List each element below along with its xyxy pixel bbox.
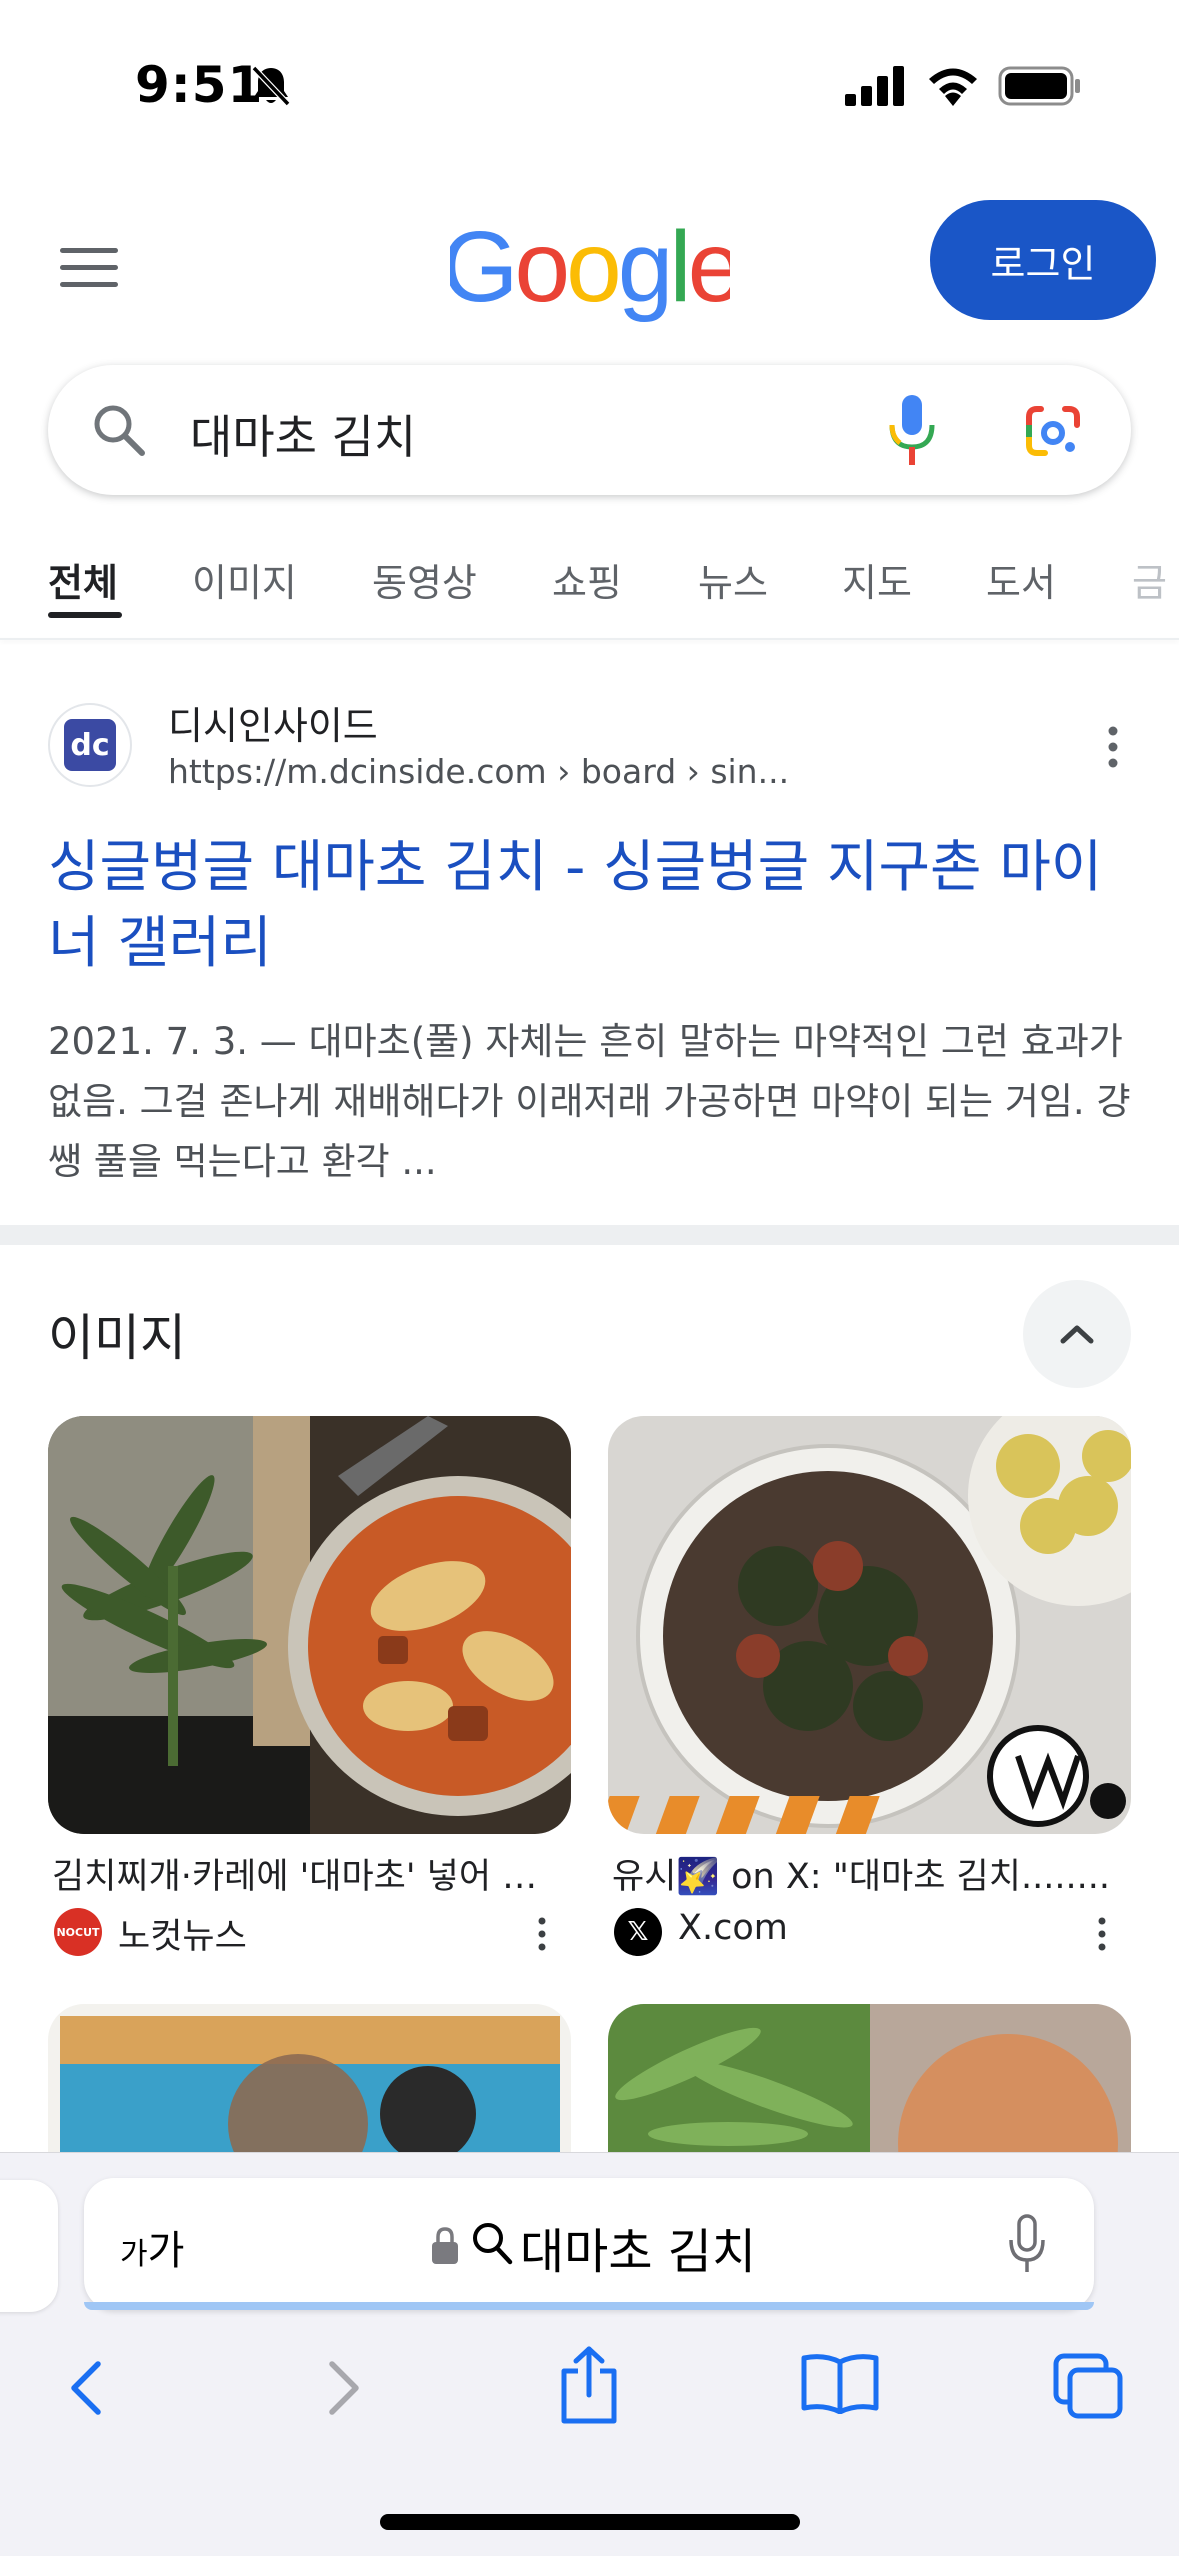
address-bar-text[interactable]: 대마초 김치 [520, 2212, 756, 2282]
tab-maps[interactable]: 지도 [842, 552, 912, 607]
page-load-progress [84, 2302, 1094, 2310]
search-box[interactable]: 대마초 김치 [48, 365, 1131, 495]
cellular-signal-icon [845, 66, 904, 106]
cannabis-kimchi-stew-image [48, 1416, 571, 1834]
forward-icon[interactable] [318, 2358, 368, 2418]
chevron-up-icon [1060, 1325, 1094, 1344]
tab-shopping[interactable]: 쇼핑 [552, 552, 622, 607]
bell-slash-icon [251, 65, 291, 107]
menu-icon[interactable] [60, 248, 118, 288]
status-bar: 9:51 [0, 0, 1179, 150]
image-result-thumbnail[interactable] [608, 1416, 1131, 1834]
tab-all[interactable]: 전체 [48, 552, 118, 607]
wifi-icon [929, 68, 977, 106]
nocut-news-logo-icon: NOCUT [54, 1908, 102, 1956]
tab-videos[interactable]: 동영상 [372, 552, 477, 607]
result-site-name[interactable]: 디시인사이드 [168, 695, 378, 750]
search-icon [473, 2223, 513, 2265]
image-result-thumbnail[interactable] [48, 1416, 571, 1834]
cannabis-leaf-soup-image [608, 2004, 1131, 2164]
more-options-icon[interactable] [1100, 725, 1126, 769]
image-caption[interactable]: 유시🌠 on X: "대마초 김치........ [612, 1848, 1122, 1899]
bookmarks-icon[interactable] [800, 2352, 880, 2414]
logo-letter: g [618, 215, 670, 323]
image-result-thumbnail[interactable] [608, 2004, 1131, 2164]
logo-letter: l [669, 215, 687, 323]
tab-images[interactable]: 이미지 [192, 552, 297, 607]
image-source-name[interactable]: 노컷뉴스 [118, 1908, 247, 1959]
image-source-name[interactable]: X.com [678, 1908, 788, 1948]
images-section-heading: 이미지 [48, 1309, 186, 1367]
result-title-link[interactable]: 싱글벙글 대마초 김치 - 싱글벙글 지구촌 마이너 갤러리 [48, 830, 1138, 982]
google-logo: Google [450, 215, 730, 323]
logo-letter: o [515, 215, 567, 323]
tabs-divider [0, 638, 1179, 640]
lock-icon [432, 2227, 458, 2264]
previous-tab-preview[interactable] [0, 2180, 58, 2312]
logo-letter: o [566, 215, 618, 323]
more-options-icon[interactable] [1092, 1916, 1112, 1952]
home-indicator [380, 2514, 800, 2530]
image-result-thumbnail[interactable] [48, 2004, 571, 2164]
image-caption[interactable]: 김치찌개·카레에 '대마초' 넣어 먹... [52, 1848, 562, 1899]
login-button[interactable]: 로그인 [930, 200, 1156, 320]
voice-search-icon[interactable] [886, 393, 938, 467]
page-settings-button[interactable]: 가가 [120, 2218, 184, 2276]
search-icon [94, 405, 145, 456]
cannabis-leaf-kimchi-plate-image [608, 1416, 1131, 1834]
logo-letter: e [688, 215, 730, 323]
status-time: 9:51 [135, 56, 264, 114]
share-icon[interactable] [556, 2345, 622, 2425]
x-logo-icon: 𝕏 [614, 1908, 662, 1956]
search-input[interactable]: 대마초 김치 [190, 401, 416, 467]
back-icon[interactable] [62, 2358, 112, 2418]
active-tab-indicator [48, 612, 122, 618]
tab-finance[interactable]: 금 [1132, 552, 1167, 607]
tabs-icon[interactable] [1052, 2352, 1124, 2420]
collapse-images-button[interactable] [1023, 1280, 1131, 1388]
section-divider [0, 1225, 1179, 1245]
google-lens-icon[interactable] [1023, 403, 1083, 459]
site-favicon: dc [48, 703, 132, 787]
battery-icon [998, 66, 1080, 106]
svg-text:Google: Google [450, 215, 730, 323]
jar-food-image [48, 2004, 571, 2164]
result-url[interactable]: https://m.dcinside.com › board › sin... [168, 752, 789, 791]
tab-books[interactable]: 도서 [986, 552, 1056, 607]
search-tabs: 전체 이미지 동영상 쇼핑 뉴스 지도 도서 금 [0, 540, 1179, 640]
microphone-icon[interactable] [1008, 2214, 1046, 2274]
dcinside-logo-icon: dc [64, 719, 116, 771]
result-snippet: 2021. 7. 3. — 대마초(풀) 자체는 흔히 말하는 마약적인 그런 … [48, 1020, 1131, 1183]
logo-letter: G [450, 215, 515, 323]
more-options-icon[interactable] [532, 1916, 552, 1952]
tab-news[interactable]: 뉴스 [698, 552, 768, 607]
